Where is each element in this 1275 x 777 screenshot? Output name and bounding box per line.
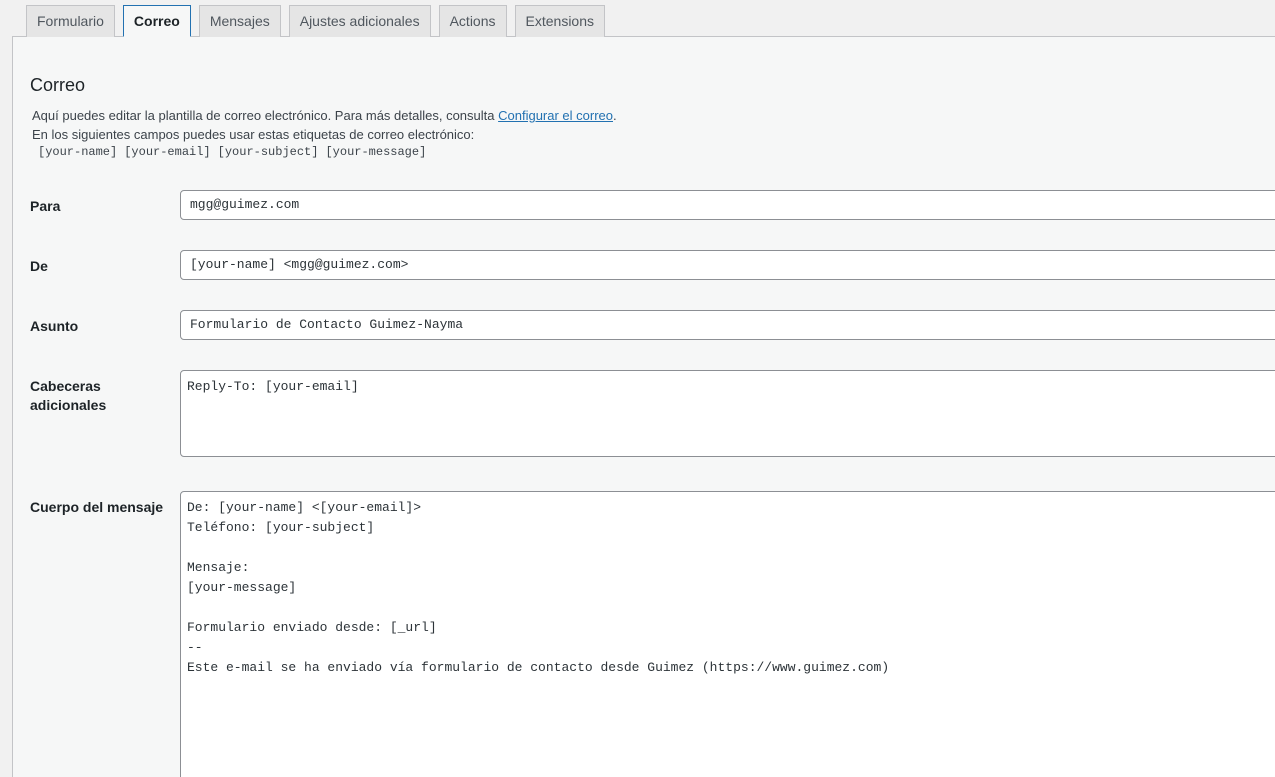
additional-headers-textarea[interactable]: Reply-To: [your-email] <box>180 370 1275 457</box>
headers-label-line-1: Cabeceras <box>30 378 101 394</box>
tab-actions[interactable]: Actions <box>438 5 507 37</box>
headers-label: Cabeceras adicionales <box>30 377 106 415</box>
configure-mail-link[interactable]: Configurar el correo <box>498 108 613 123</box>
mail-tags: [your-name] [your-email] [your-subject] [yo… <box>38 145 433 159</box>
description-period: . <box>613 108 617 123</box>
tab-ajustes-adicionales[interactable]: Ajustes adicionales <box>288 5 431 37</box>
mail-tag: [your-name] <box>38 145 118 159</box>
description-line-1: Aquí puedes editar la plantilla de corre… <box>32 106 617 125</box>
headers-label-line-2: adicionales <box>30 397 107 413</box>
tab-formulario[interactable]: Formulario <box>26 5 115 37</box>
tab-bar: Formulario Correo Mensajes Ajustes adici… <box>26 5 605 37</box>
mail-tag: [your-email] <box>124 145 211 159</box>
section-title: Correo <box>30 75 86 95</box>
subject-field[interactable]: Formulario de Contacto Guimez-Nayma <box>180 310 1275 340</box>
from-field[interactable]: [your-name] <mgg@guimez.com> <box>180 250 1275 280</box>
mail-panel: Correo Aquí puedes editar la plantilla d… <box>12 36 1275 777</box>
to-field[interactable]: mgg@guimez.com <box>180 190 1275 220</box>
description-line-2: En los siguientes campos puedes usar est… <box>32 127 475 142</box>
subject-label: Asunto <box>30 318 79 334</box>
section-description: Aquí puedes editar la plantilla de corre… <box>32 106 617 144</box>
mail-tag: [your-subject] <box>217 145 319 159</box>
from-label: De <box>30 258 48 274</box>
message-body-textarea[interactable]: De: [your-name] <[your-email]> Teléfono:… <box>180 491 1275 777</box>
tab-extensions[interactable]: Extensions <box>514 5 605 37</box>
tab-mensajes[interactable]: Mensajes <box>198 5 281 37</box>
tab-correo[interactable]: Correo <box>122 5 191 37</box>
body-label: Cuerpo del mensaje <box>30 499 164 515</box>
to-label: Para <box>30 198 61 214</box>
description-text: Aquí puedes editar la plantilla de corre… <box>32 108 499 123</box>
page: Formulario Correo Mensajes Ajustes adici… <box>0 0 1275 777</box>
mail-tag: [your-message] <box>325 145 427 159</box>
